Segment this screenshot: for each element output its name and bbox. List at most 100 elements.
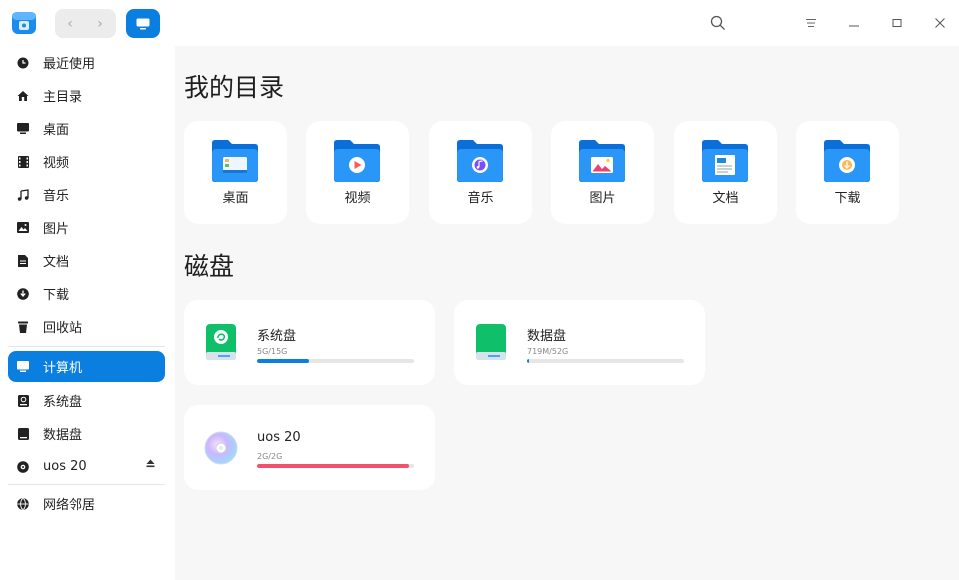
video-icon bbox=[16, 155, 30, 169]
disk-usage-bar bbox=[257, 359, 414, 363]
sidebar-item-label: 下载 bbox=[43, 288, 70, 303]
folder-desktop[interactable]: 桌面 bbox=[184, 121, 287, 224]
folder-pictures[interactable]: 图片 bbox=[551, 121, 654, 224]
desktop-icon bbox=[16, 122, 30, 136]
menu-icon bbox=[806, 19, 816, 27]
close-button[interactable] bbox=[929, 12, 951, 34]
sidebar-item-home[interactable]: 主目录 bbox=[8, 80, 165, 111]
menu-button[interactable] bbox=[800, 12, 822, 34]
sidebar: 最近使用 主目录 桌面 视频 音乐 图片 文档 下载 回收站 计算机 系统盘 数… bbox=[0, 46, 174, 580]
sidebar-item-label: 数据盘 bbox=[43, 428, 83, 443]
sidebar-item-data-disk[interactable]: 数据盘 bbox=[8, 418, 165, 449]
disk-card-data[interactable]: 数据盘 719M/52G bbox=[454, 300, 705, 385]
music-folder-icon bbox=[457, 140, 503, 182]
sidebar-item-label: 网络邻居 bbox=[43, 498, 96, 513]
optical-disc-icon bbox=[204, 431, 238, 465]
download-icon bbox=[16, 287, 30, 301]
disk-usage-fill bbox=[257, 464, 410, 468]
my-directory-heading: 我的目录 bbox=[184, 73, 285, 102]
disk-name: 系统盘 bbox=[257, 329, 297, 344]
folder-label: 文档 bbox=[712, 191, 739, 206]
monitor-icon bbox=[136, 18, 150, 29]
folder-label: 桌面 bbox=[222, 191, 249, 206]
navigation-group: ‹ › bbox=[55, 9, 116, 38]
documents-folder-icon bbox=[702, 140, 748, 182]
sidebar-item-label: uos 20 bbox=[43, 459, 87, 474]
disk-usage-fill bbox=[257, 359, 309, 363]
music-icon bbox=[16, 188, 30, 202]
disk-size: 719M/52G bbox=[527, 347, 569, 356]
back-icon: ‹ bbox=[67, 15, 73, 32]
sidebar-item-label: 主目录 bbox=[43, 90, 83, 105]
folder-label: 图片 bbox=[589, 191, 616, 206]
network-icon bbox=[16, 497, 30, 511]
disk-usage-bar bbox=[257, 464, 414, 468]
disk-card-optical[interactable]: uos 20 2G/2G bbox=[184, 405, 435, 490]
sidebar-item-optical-disc[interactable]: uos 20 bbox=[8, 451, 165, 482]
sidebar-item-desktop[interactable]: 桌面 bbox=[8, 113, 165, 144]
sidebar-item-video[interactable]: 视频 bbox=[8, 146, 165, 177]
disk-size: 2G/2G bbox=[257, 452, 283, 461]
search-icon bbox=[710, 15, 725, 30]
image-icon bbox=[16, 221, 30, 235]
eject-button[interactable] bbox=[146, 459, 155, 471]
sidebar-item-label: 回收站 bbox=[43, 321, 83, 336]
disk-card-system[interactable]: 系统盘 5G/15G bbox=[184, 300, 435, 385]
disk-usage-bar bbox=[527, 359, 684, 363]
sidebar-item-music[interactable]: 音乐 bbox=[8, 179, 165, 210]
computer-view-button[interactable] bbox=[126, 9, 160, 38]
disk-usage-fill bbox=[527, 359, 530, 363]
forward-icon: › bbox=[97, 15, 103, 32]
folder-downloads[interactable]: 下载 bbox=[796, 121, 899, 224]
disk-name: 数据盘 bbox=[527, 329, 567, 344]
search-button[interactable] bbox=[707, 12, 729, 34]
minimize-icon bbox=[849, 25, 859, 27]
sidebar-item-downloads[interactable]: 下载 bbox=[8, 278, 165, 309]
sidebar-divider bbox=[8, 346, 165, 347]
computer-icon bbox=[16, 360, 30, 374]
system-disk-icon bbox=[16, 394, 30, 408]
forward-button[interactable]: › bbox=[85, 9, 115, 38]
main-content: 我的目录 桌面 视频 音乐 图片 文档 下载 磁盘 系统盘 5G/15G 数据盘… bbox=[175, 46, 959, 580]
maximize-button[interactable] bbox=[886, 12, 908, 34]
data-disk-icon bbox=[476, 324, 506, 360]
close-icon bbox=[935, 18, 945, 28]
sidebar-item-system-disk[interactable]: 系统盘 bbox=[8, 385, 165, 416]
sidebar-item-trash[interactable]: 回收站 bbox=[8, 311, 165, 342]
system-disk-icon bbox=[206, 324, 236, 360]
sidebar-item-label: 文档 bbox=[43, 255, 70, 270]
folder-documents[interactable]: 文档 bbox=[674, 121, 777, 224]
sidebar-item-network[interactable]: 网络邻居 bbox=[8, 488, 165, 519]
sidebar-item-recent[interactable]: 最近使用 bbox=[8, 47, 165, 78]
data-disk-icon bbox=[16, 427, 30, 441]
sidebar-item-label: 最近使用 bbox=[43, 57, 96, 72]
disk-name: uos 20 bbox=[257, 430, 301, 445]
sidebar-item-label: 音乐 bbox=[43, 189, 70, 204]
home-icon bbox=[16, 89, 30, 103]
back-button[interactable]: ‹ bbox=[55, 9, 85, 38]
trash-icon bbox=[16, 320, 30, 334]
folder-music[interactable]: 音乐 bbox=[429, 121, 532, 224]
sidebar-item-label: 图片 bbox=[43, 222, 70, 237]
downloads-folder-icon bbox=[824, 140, 870, 182]
sidebar-item-documents[interactable]: 文档 bbox=[8, 245, 165, 276]
title-bar: ‹ › bbox=[0, 0, 959, 46]
maximize-icon bbox=[892, 19, 902, 27]
disk-size: 5G/15G bbox=[257, 347, 288, 356]
sidebar-item-computer[interactable]: 计算机 bbox=[8, 351, 165, 382]
optical-disc-icon bbox=[16, 460, 30, 474]
minimize-button[interactable] bbox=[843, 12, 865, 34]
folder-label: 下载 bbox=[834, 191, 861, 206]
sidebar-item-pictures[interactable]: 图片 bbox=[8, 212, 165, 243]
eject-icon bbox=[146, 459, 155, 468]
video-folder-icon bbox=[334, 140, 380, 182]
disks-heading: 磁盘 bbox=[184, 252, 235, 281]
sidebar-item-label: 桌面 bbox=[43, 123, 70, 138]
document-icon bbox=[16, 254, 30, 268]
sidebar-item-label: 系统盘 bbox=[43, 395, 83, 410]
sidebar-item-label: 计算机 bbox=[43, 361, 83, 376]
folder-video[interactable]: 视频 bbox=[306, 121, 409, 224]
desktop-folder-icon bbox=[212, 140, 258, 182]
sidebar-item-label: 视频 bbox=[43, 156, 70, 171]
sidebar-divider bbox=[8, 484, 165, 485]
